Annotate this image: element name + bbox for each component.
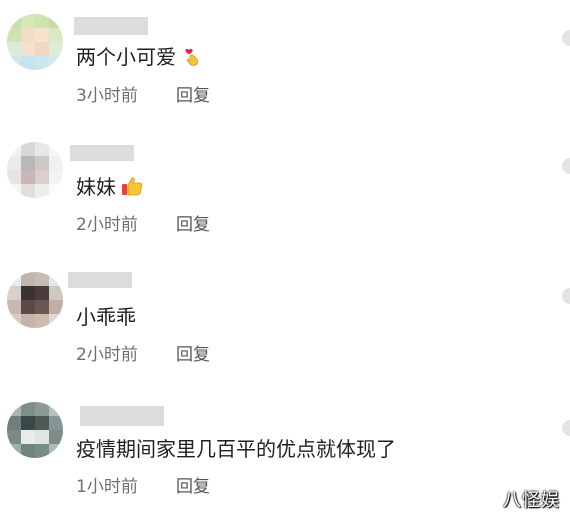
comment-text: 小乖乖 [76, 305, 136, 329]
thumbs-up-emoji [120, 174, 144, 198]
like-icon[interactable] [562, 30, 570, 46]
reply-button[interactable]: 回复 [176, 214, 210, 236]
like-icon[interactable] [562, 158, 570, 174]
timestamp: 3小时前 [76, 86, 138, 106]
username-redacted[interactable] [70, 145, 134, 161]
username-redacted[interactable] [80, 406, 164, 426]
comment-meta: 1小时前 回复 [76, 476, 210, 498]
comment-text: 两个小可爱 [76, 44, 204, 70]
avatar[interactable] [7, 142, 63, 198]
timestamp: 2小时前 [76, 345, 138, 365]
like-icon[interactable] [562, 420, 570, 436]
comment-item: 小乖乖 2小时前 回复 [0, 260, 570, 390]
comment-text: 妹妹 [76, 174, 144, 200]
comment-item: 妹妹 2小时前 回复 [0, 130, 570, 260]
avatar[interactable] [7, 402, 63, 458]
username-redacted[interactable] [68, 272, 132, 288]
comment-meta: 2小时前 回复 [76, 214, 210, 236]
timestamp: 2小时前 [76, 215, 138, 235]
comment-text: 疫情期间家里几百平的优点就体现了 [76, 437, 396, 461]
comment-page: { "comments": [ { "text": "两个小可爱", "emoj… [0, 0, 570, 518]
timestamp: 1小时前 [76, 477, 138, 497]
reply-button[interactable]: 回复 [176, 85, 210, 107]
reply-button[interactable]: 回复 [176, 344, 210, 366]
comment-item: 疫情期间家里几百平的优点就体现了 1小时前 回复 [0, 390, 570, 520]
watermark: 八怪娱 [503, 490, 560, 511]
finger-heart-emoji [180, 44, 204, 68]
reply-button[interactable]: 回复 [176, 476, 210, 498]
avatar[interactable] [7, 272, 63, 328]
comment-meta: 2小时前 回复 [76, 344, 210, 366]
username-redacted[interactable] [74, 17, 148, 35]
like-icon[interactable] [562, 288, 570, 304]
comment-meta: 3小时前 回复 [76, 85, 210, 107]
comment-item: 两个小可爱 3小时前 回复 [0, 0, 570, 130]
avatar[interactable] [7, 14, 63, 70]
